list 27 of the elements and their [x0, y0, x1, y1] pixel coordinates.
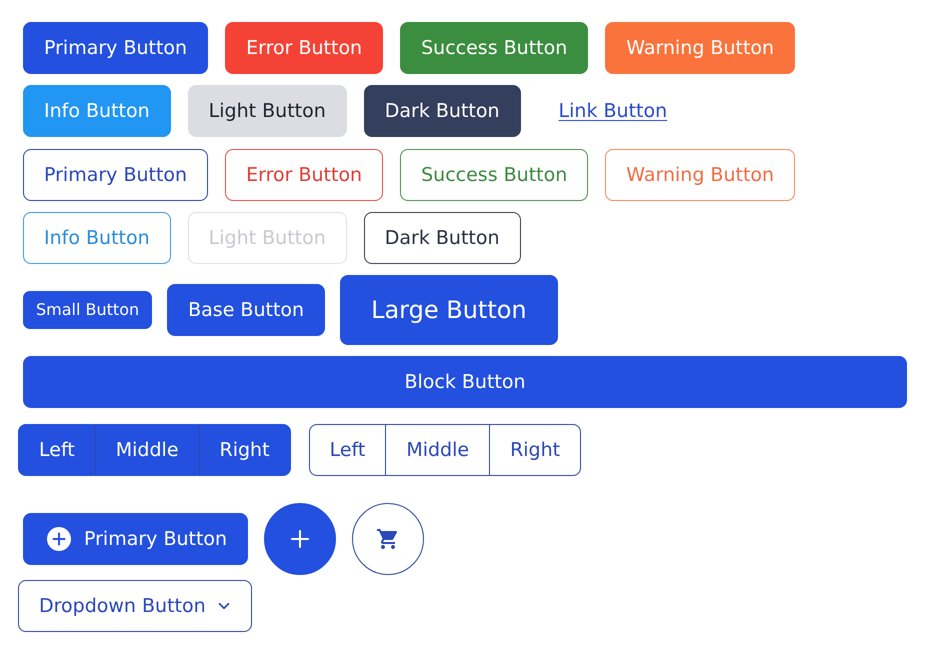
large-button[interactable]: Large Button — [340, 275, 558, 345]
small-button[interactable]: Small Button — [23, 291, 152, 329]
dropdown-button[interactable]: Dropdown Button — [18, 580, 252, 632]
plus-icon — [291, 530, 310, 548]
error-button[interactable]: Error Button — [225, 22, 384, 74]
segment-button[interactable]: Right — [198, 425, 290, 475]
block-button[interactable]: Block Button — [23, 356, 907, 408]
button-label: Dropdown Button — [39, 594, 206, 618]
segment-button[interactable]: Middle — [385, 425, 490, 475]
error-outline-button[interactable]: Error Button — [225, 149, 384, 201]
segment-button[interactable]: Right — [489, 425, 580, 475]
primary-button[interactable]: Primary Button — [23, 22, 208, 74]
segment-button[interactable]: Left — [310, 425, 386, 475]
add-button[interactable]: Primary Button — [23, 513, 248, 565]
info-outline-button[interactable]: Info Button — [23, 212, 171, 264]
base-button[interactable]: Base Button — [167, 284, 326, 336]
success-button[interactable]: Success Button — [400, 22, 588, 74]
segment-button[interactable]: Middle — [94, 425, 199, 475]
primary-outline-button[interactable]: Primary Button — [23, 149, 208, 201]
link-button[interactable]: Link Button — [558, 99, 668, 123]
dark-outline-button[interactable]: Dark Button — [364, 212, 521, 264]
segment-button[interactable]: Left — [19, 425, 95, 475]
success-outline-button[interactable]: Success Button — [400, 149, 588, 201]
light-button[interactable]: Light Button — [188, 85, 347, 137]
button-label: Primary Button — [84, 527, 228, 551]
dark-button[interactable]: Dark Button — [364, 85, 521, 137]
plus-circle-icon — [47, 527, 71, 551]
